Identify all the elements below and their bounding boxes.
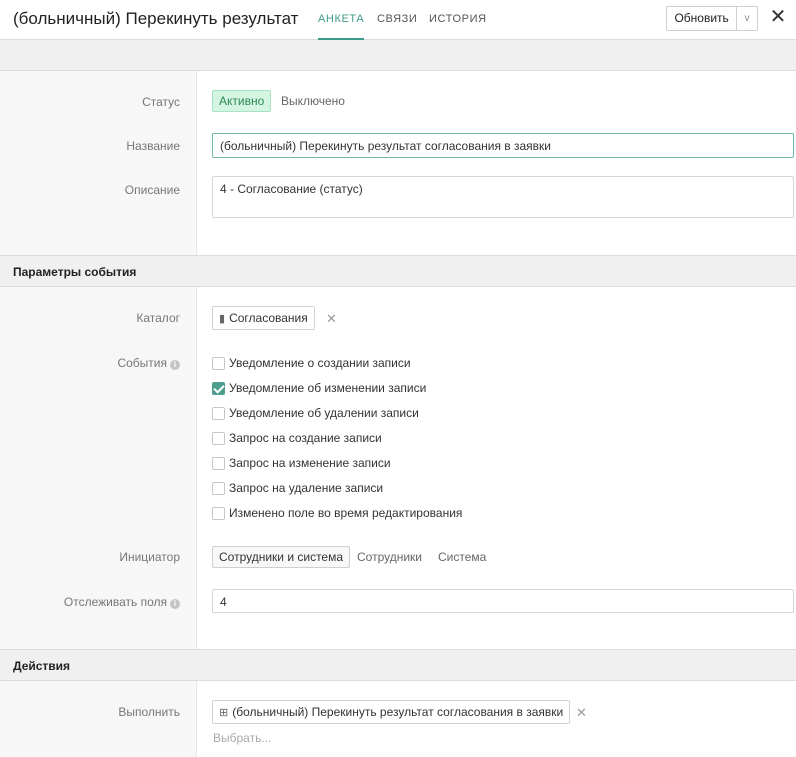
refresh-button[interactable]: Обновить: [667, 7, 738, 30]
top-strip: [0, 40, 796, 71]
event-checkbox-row[interactable]: Запрос на удаление записи: [212, 480, 383, 496]
checkbox[interactable]: [212, 481, 225, 495]
name-label: Название: [126, 139, 180, 153]
event-option-label: Изменено поле во время редактирования: [229, 506, 463, 520]
info-icon: i: [170, 599, 180, 609]
track-fields-label-text: Отслеживать поля: [63, 595, 167, 609]
event-option-label: Запрос на создание записи: [229, 431, 382, 445]
select-action-placeholder[interactable]: Выбрать...: [213, 731, 271, 745]
header-bar: (больничный) Перекинуть результат АНКЕТА…: [0, 0, 796, 40]
catalog-chip[interactable]: ▮ Согласования: [212, 306, 315, 330]
initiator-option-all[interactable]: Сотрудники и система: [212, 546, 351, 568]
events-label: События i: [0, 356, 180, 370]
tab-history[interactable]: ИСТОРИЯ: [429, 13, 487, 40]
info-icon: i: [170, 360, 180, 370]
actions-left-column: [0, 681, 197, 757]
book-icon: ▮: [219, 313, 226, 325]
close-icon[interactable]: ✕: [768, 7, 788, 27]
event-params-section-header: Параметры события: [0, 255, 796, 287]
event-checkbox-row[interactable]: Запрос на изменение записи: [212, 455, 391, 471]
section-title-actions: Действия: [13, 659, 71, 673]
checkbox[interactable]: [212, 456, 225, 470]
remove-catalog-icon[interactable]: ✕: [326, 311, 337, 327]
actions-section-header: Действия: [0, 649, 796, 681]
checkbox[interactable]: [212, 431, 225, 445]
event-option-label: Уведомление о создании записи: [229, 356, 411, 370]
checkbox[interactable]: [212, 506, 225, 520]
status-off-option[interactable]: Выключено: [281, 90, 345, 112]
chevron-down-icon[interactable]: v: [737, 7, 757, 30]
status-active-option[interactable]: Активно: [212, 90, 272, 112]
name-input[interactable]: (больничный) Перекинуть результат соглас…: [212, 133, 794, 158]
event-option-label: Уведомление об изменении записи: [229, 381, 427, 395]
checkbox-checked[interactable]: [212, 381, 225, 395]
remove-action-icon[interactable]: ✕: [576, 705, 587, 721]
track-fields-input[interactable]: 4: [212, 589, 794, 613]
tab-anketa[interactable]: АНКЕТА: [318, 13, 365, 40]
track-fields-label: Отслеживать поля i: [0, 595, 180, 609]
section-title-event-params: Параметры события: [13, 265, 137, 279]
initiator-option-system[interactable]: Система: [438, 546, 486, 568]
event-checkbox-row[interactable]: Уведомление об удалении записи: [212, 405, 419, 421]
hierarchy-icon: ⊞: [219, 707, 229, 719]
refresh-button-group: Обновить v: [666, 6, 758, 31]
description-label: Описание: [124, 183, 180, 197]
execute-label: Выполнить: [118, 705, 180, 719]
event-checkbox-row[interactable]: Изменено поле во время редактирования: [212, 505, 462, 521]
event-option-label: Запрос на удаление записи: [229, 481, 384, 495]
execute-chip[interactable]: ⊞ (больничный) Перекинуть результат согла…: [212, 700, 571, 724]
event-checkbox-row[interactable]: Уведомление о создании записи: [212, 355, 411, 371]
page-title: (больничный) Перекинуть результат: [13, 9, 299, 28]
catalog-label: Каталог: [136, 311, 180, 325]
events-label-text: События: [117, 356, 167, 370]
initiator-label: Инициатор: [119, 550, 180, 564]
event-option-label: Уведомление об удалении записи: [229, 406, 419, 420]
tab-links[interactable]: СВЯЗИ: [377, 13, 417, 40]
description-textarea[interactable]: 4 - Согласование (статус): [212, 176, 794, 218]
catalog-value: Согласования: [229, 311, 308, 325]
event-checkbox-row[interactable]: Запрос на создание записи: [212, 430, 382, 446]
checkbox[interactable]: [212, 406, 225, 420]
status-label: Статус: [142, 95, 180, 109]
checkbox[interactable]: [212, 356, 225, 370]
event-checkbox-row[interactable]: Уведомление об изменении записи: [212, 380, 426, 396]
execute-value: (больничный) Перекинуть результат соглас…: [232, 705, 564, 719]
event-option-label: Запрос на изменение записи: [229, 456, 391, 470]
initiator-option-employees[interactable]: Сотрудники: [357, 546, 422, 568]
